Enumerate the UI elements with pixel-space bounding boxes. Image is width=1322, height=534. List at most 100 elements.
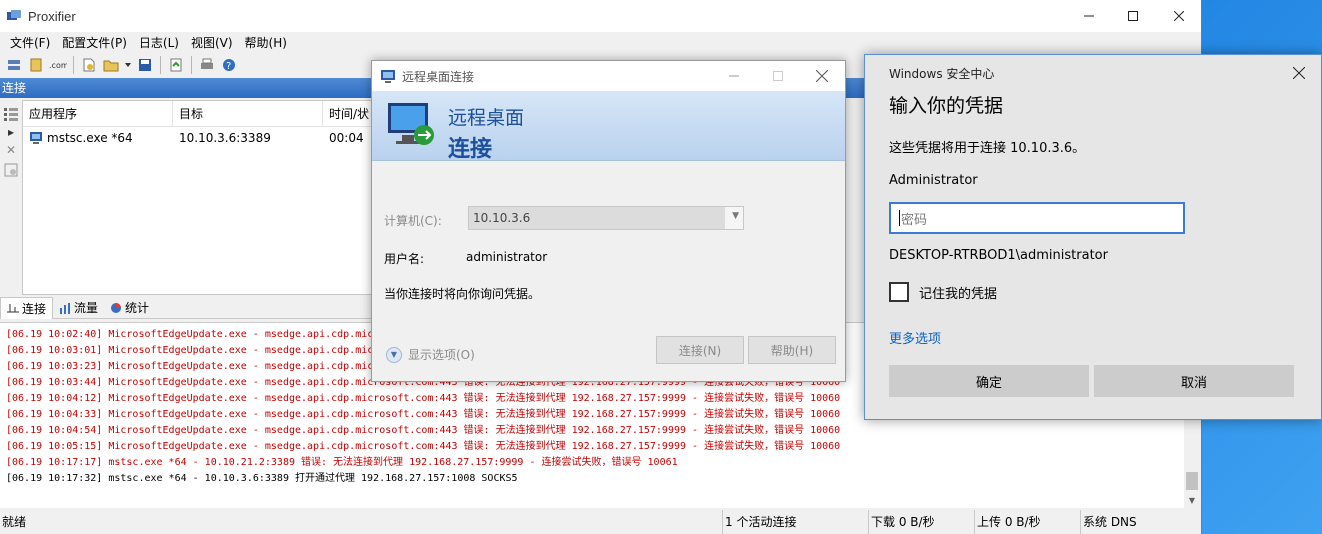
save-icon: [139, 59, 151, 71]
minimize-icon: [1084, 15, 1094, 17]
rdp-maximize-button[interactable]: [756, 61, 800, 91]
tab-statistics[interactable]: 统计: [104, 297, 155, 319]
rdp-close-button[interactable]: [800, 61, 844, 91]
tab-connections[interactable]: 连接: [0, 296, 54, 319]
username-label: 用户名:: [384, 252, 425, 266]
svg-text:?: ?: [226, 61, 231, 72]
maximize-icon: [773, 71, 783, 81]
mstsc-app-icon: [30, 132, 42, 144]
save-profile-button[interactable]: [135, 55, 155, 75]
winsec-heading: 输入你的凭据: [889, 95, 1004, 117]
expand-arrow-icon[interactable]: ▸: [3, 124, 19, 140]
close-icon: [816, 70, 828, 82]
row-target: 10.10.3.6:3389: [179, 131, 271, 145]
open-profile-dropdown[interactable]: [123, 55, 133, 75]
close-button[interactable]: [1156, 0, 1202, 32]
menu-file[interactable]: 文件(F): [4, 34, 56, 51]
rdp-minimize-button[interactable]: [712, 61, 756, 91]
rdp-app-icon: [381, 70, 395, 83]
winsec-description: 这些凭据将用于连接 10.10.3.6。: [889, 141, 1086, 156]
close-connection-icon[interactable]: ✕: [3, 142, 19, 158]
computer-combobox[interactable]: 10.10.3.6 ▼: [468, 206, 744, 230]
cancel-button[interactable]: 取消: [1094, 365, 1294, 397]
rdp-banner: 远程桌面 连接: [372, 91, 845, 162]
log-line: [06.19 10:17:17] mstsc.exe *64 - 10.10.2…: [6, 457, 678, 468]
log-line: [06.19 10:17:32] mstsc.exe *64 - 10.10.3…: [6, 473, 518, 484]
scroll-thumb[interactable]: [1186, 472, 1198, 490]
minimize-button[interactable]: [1066, 0, 1112, 32]
connections-table-header: 应用程序 目标 时间/状: [23, 100, 371, 127]
checkbox-box[interactable]: [889, 282, 909, 302]
printer-icon: [201, 58, 213, 69]
menu-view[interactable]: 视图(V): [185, 34, 239, 51]
column-application[interactable]: 应用程序: [23, 100, 173, 127]
svg-text:.com: .com: [49, 61, 67, 70]
advanced-icon: [83, 58, 95, 72]
row-application: mstsc.exe *64: [47, 131, 133, 145]
tab-traffic[interactable]: 流量: [53, 297, 104, 319]
text-cursor: [899, 210, 900, 226]
winsec-close-button[interactable]: [1287, 61, 1311, 85]
status-ready: 就绪: [2, 515, 27, 529]
table-row[interactable]: mstsc.exe *64 10.10.3.6:3389 00:04: [23, 127, 371, 149]
close-icon: [1174, 11, 1184, 21]
advanced-button[interactable]: [79, 55, 99, 75]
rdp-monitor-icon: [388, 103, 434, 145]
credentials-info: 当你连接时将向你询问凭据。: [384, 287, 541, 301]
maximize-button[interactable]: [1110, 0, 1156, 32]
show-options-button[interactable]: ▼ 显示选项(O): [386, 346, 475, 363]
menu-profile[interactable]: 配置文件(P): [56, 34, 133, 51]
connections-table: 应用程序 目标 时间/状 mstsc.exe *64 10.10.3.6:338…: [22, 100, 372, 295]
minimize-icon: [729, 75, 739, 77]
status-upload: 上传 0 B/秒: [974, 510, 1078, 534]
open-profile-button[interactable]: [101, 55, 121, 75]
remember-credentials-checkbox[interactable]: 记住我的凭据: [889, 282, 997, 302]
window-title: Proxifier: [28, 8, 76, 24]
rdp-banner-line2: 连接: [448, 137, 493, 162]
rules-button[interactable]: [26, 55, 46, 75]
proxifier-titlebar: Proxifier: [0, 0, 1201, 32]
password-input[interactable]: 密码: [889, 202, 1185, 234]
password-placeholder: 密码: [901, 212, 928, 228]
folder-icon: [103, 60, 119, 72]
more-options-link[interactable]: 更多选项: [889, 328, 941, 347]
help-button[interactable]: ?: [219, 55, 239, 75]
rdp-banner-line1: 远程桌面: [448, 107, 525, 129]
column-time-status[interactable]: 时间/状: [323, 101, 371, 127]
computer-label: 计算机(C):: [384, 214, 442, 228]
proxy-servers-button[interactable]: [4, 55, 24, 75]
toolbar-separator: [160, 56, 161, 74]
proxifier-app-icon: [7, 10, 21, 20]
list-view-icon[interactable]: [3, 106, 19, 122]
print-button[interactable]: [197, 55, 217, 75]
dotcom-icon: .com: [49, 61, 67, 70]
rules-icon: [30, 58, 42, 72]
ok-button[interactable]: 确定: [889, 365, 1089, 397]
name-resolution-button[interactable]: .com: [48, 55, 68, 75]
close-icon: [1293, 67, 1305, 79]
statusbar: 就绪 1 个活动连接 下载 0 B/秒 上传 0 B/秒 系统 DNS: [0, 510, 1200, 534]
winsec-title: Windows 安全中心: [889, 67, 995, 81]
menu-log[interactable]: 日志(L): [133, 34, 185, 51]
connect-button[interactable]: 连接(N): [656, 336, 744, 364]
log-line: [06.19 10:05:15] MicrosoftEdgeUpdate.exe…: [6, 441, 841, 452]
pie-chart-icon: [111, 302, 122, 313]
export-button[interactable]: [166, 55, 186, 75]
status-active-connections: 1 个活动连接: [722, 510, 862, 534]
help-icon: ?: [223, 59, 235, 72]
username-value: administrator: [466, 250, 548, 264]
expand-circle-icon: ▼: [386, 346, 402, 363]
scroll-down-icon[interactable]: ▼: [1184, 494, 1200, 508]
proxy-servers-icon: [8, 60, 20, 70]
menu-help[interactable]: 帮助(H): [239, 34, 293, 51]
rdp-dialog: 远程桌面连接 远程桌面 连接 计算机(C): 10.10.3.6 ▼ 用户名: …: [371, 60, 846, 382]
column-target[interactable]: 目标: [173, 100, 323, 127]
rdp-help-button[interactable]: 帮助(H): [748, 336, 836, 364]
chevron-down-icon: ▼: [732, 211, 739, 221]
remember-label: 记住我的凭据: [919, 286, 998, 302]
traffic-chart-icon: [60, 302, 71, 314]
windows-security-dialog: Windows 安全中心 输入你的凭据 这些凭据将用于连接 10.10.3.6。…: [864, 54, 1322, 420]
toolbar-separator: [73, 56, 74, 74]
toolbar-separator: [191, 56, 192, 74]
connection-properties-icon[interactable]: [3, 162, 19, 178]
